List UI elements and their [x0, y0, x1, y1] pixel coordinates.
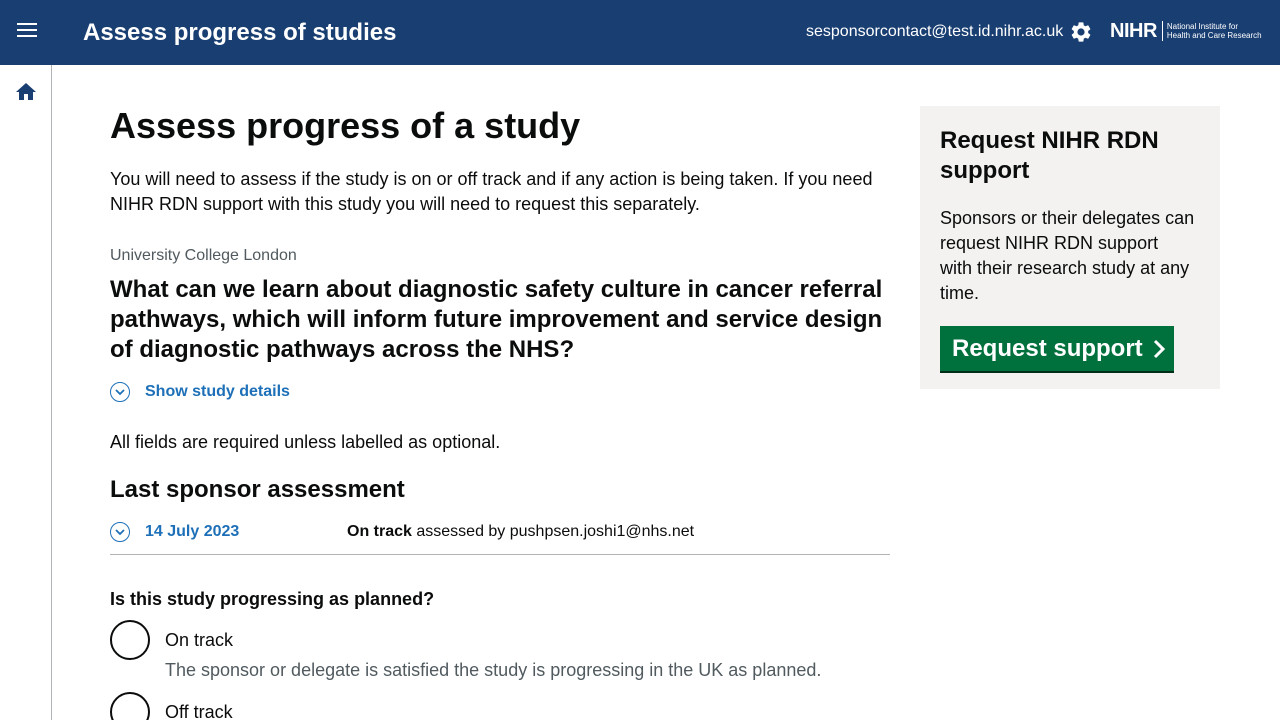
request-support-label: Request support [952, 334, 1143, 362]
study-title: What can we learn about diagnostic safet… [110, 276, 883, 363]
panel-text: Sponsors or their delegates can request … [940, 208, 1195, 303]
chevron-down-icon [110, 522, 130, 542]
assessment-assessed-by: assessed by pushpsen.joshi1@nhs.net [411, 523, 695, 540]
logo-divider [1161, 21, 1163, 41]
chevron-right-icon [1153, 339, 1165, 358]
logo-sub-text: National Institute for Health and Care R… [1167, 22, 1262, 40]
assessment-date-toggle[interactable]: 14 July 2023 [110, 521, 239, 543]
request-support-button[interactable]: Request support [940, 326, 1174, 371]
radio-on-track[interactable] [110, 620, 150, 660]
fields-required-note: All fields are required unless labelled … [110, 432, 501, 452]
progress-question: Is this study progressing as planned? [110, 589, 435, 609]
intro-text: You will need to assess if the study is … [110, 169, 873, 214]
logo-main-text: NIHR [1110, 20, 1157, 42]
user-email: sesponsorcontact@test.id.nihr.ac.uk [806, 23, 1064, 40]
app-header: Assess progress of studies sesponsorcont… [0, 0, 1280, 65]
logo-sub-line2: Health and Care Research [1166, 31, 1262, 40]
organisation-caption: University College London [110, 247, 297, 264]
app-title[interactable]: Assess progress of studies [83, 17, 396, 49]
radio-on-track-hint: The sponsor or delegate is satisfied the… [165, 660, 822, 680]
assessment-status: On track [347, 523, 412, 540]
last-assessment-heading: Last sponsor assessment [110, 476, 405, 503]
show-study-details-toggle[interactable]: Show study details [110, 381, 290, 403]
last-assessment-row: 14 July 2023 On track assessed by pushps… [110, 521, 890, 555]
page-title: Assess progress of a study [110, 105, 581, 146]
assessment-date: 14 July 2023 [145, 523, 240, 540]
assessment-summary: On track assessed by pushpsen.joshi1@nhs… [347, 521, 694, 543]
logo-sub-line1: National Institute for [1166, 22, 1239, 31]
radio-on-track-label[interactable]: On track [165, 628, 233, 653]
side-navigation [0, 65, 52, 720]
show-study-details-label: Show study details [145, 383, 290, 400]
home-icon[interactable] [14, 80, 38, 104]
request-support-panel: Request NIHR RDN support Sponsors or the… [920, 106, 1220, 389]
radio-off-track-label[interactable]: Off track [165, 700, 233, 720]
panel-title: Request NIHR RDN support [940, 127, 1159, 184]
radio-off-track[interactable] [110, 692, 150, 720]
hamburger-menu-icon[interactable] [17, 23, 37, 41]
gear-icon[interactable] [1069, 20, 1093, 44]
nihr-logo[interactable]: NIHR National Institute for Health and C… [1110, 18, 1262, 44]
chevron-down-icon [110, 382, 130, 402]
